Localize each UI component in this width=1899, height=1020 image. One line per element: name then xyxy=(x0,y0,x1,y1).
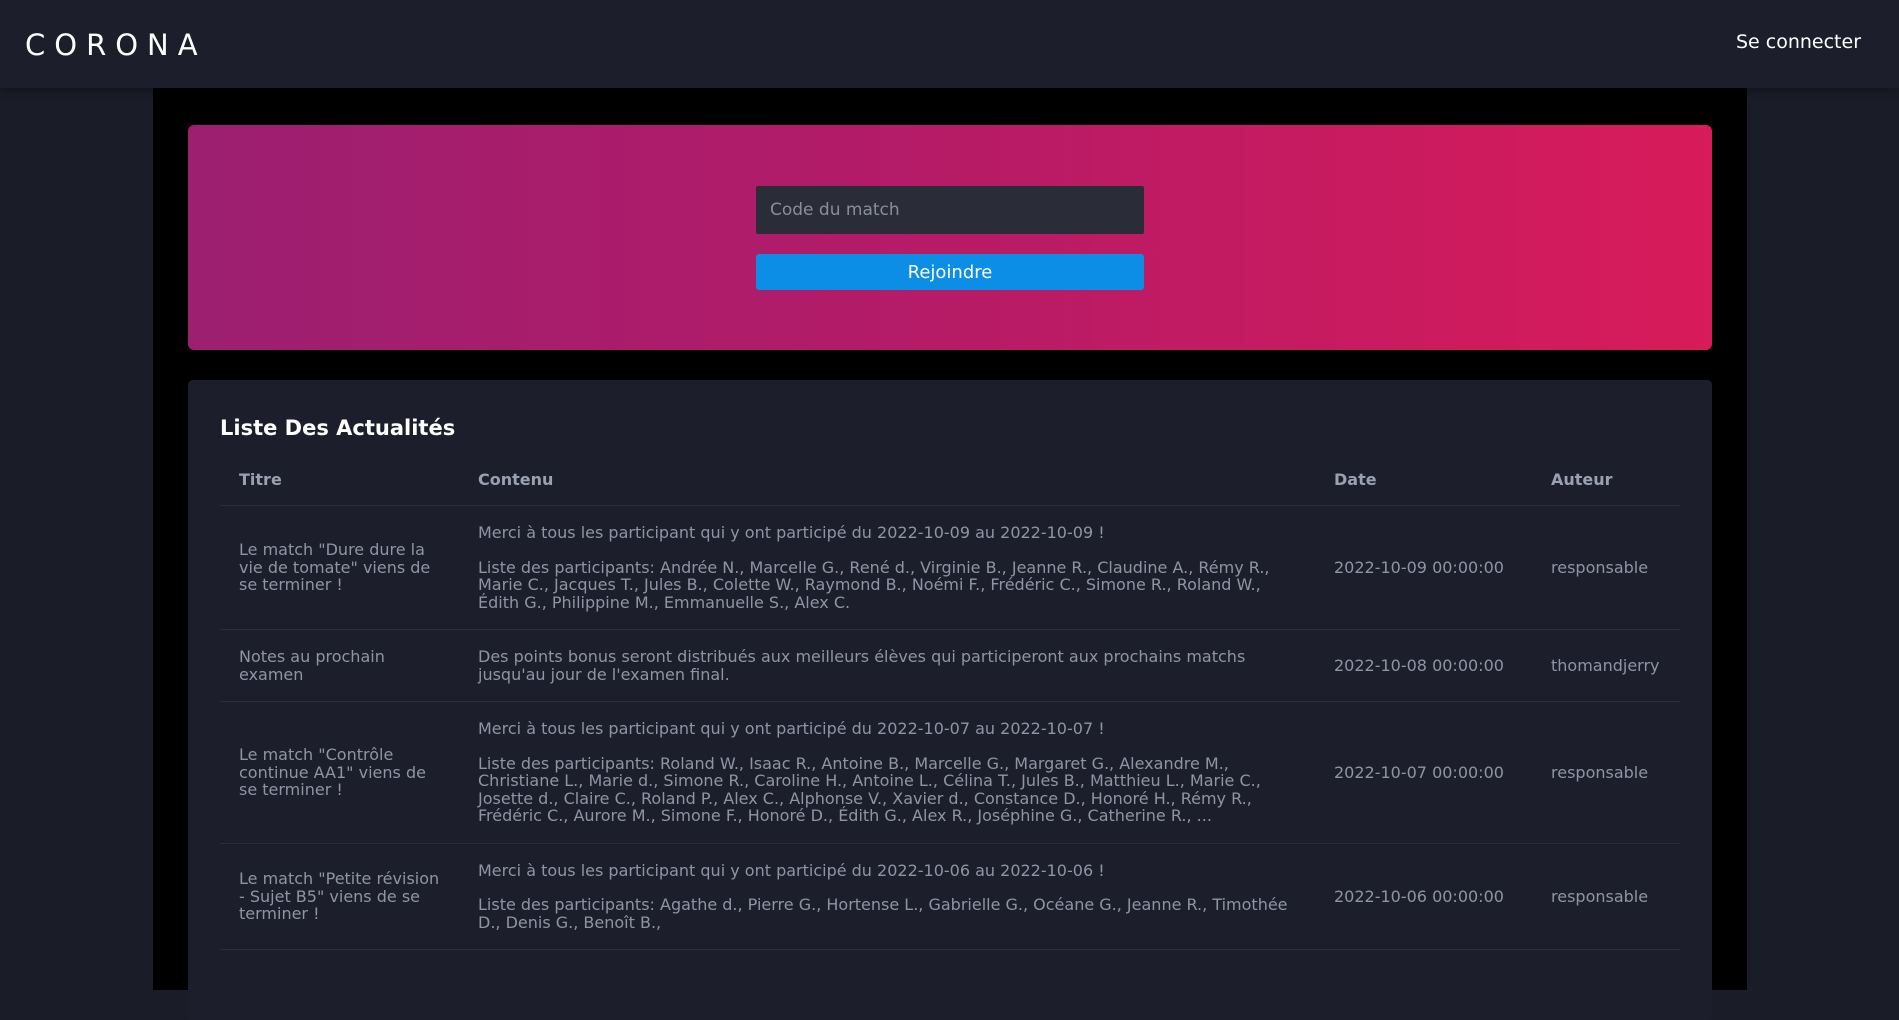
news-content-cell: Merci à tous les participant qui y ont p… xyxy=(459,843,1315,950)
news-title-cell: Le match "Contrôle continue AA1" viens d… xyxy=(220,701,459,844)
column-header-date: Date xyxy=(1315,470,1532,506)
news-content-line: Merci à tous les participant qui y ont p… xyxy=(478,719,1105,738)
top-navbar: CORONA Se connecter xyxy=(0,0,1899,88)
table-row: Notes au prochain examen Des points bonu… xyxy=(220,629,1680,702)
news-date-cell: 2022-10-09 00:00:00 xyxy=(1315,505,1532,630)
news-content-line: Des points bonus seront distribués aux m… xyxy=(478,647,1246,684)
column-header-title: Titre xyxy=(220,470,459,506)
news-content-cell: Des points bonus seront distribués aux m… xyxy=(459,629,1315,702)
join-match-banner: Rejoindre xyxy=(188,125,1712,350)
table-row: Le match "Contrôle continue AA1" viens d… xyxy=(220,701,1680,844)
main-content: Rejoindre Liste Des Actualités Titre Con… xyxy=(153,88,1747,1020)
news-content-line: Merci à tous les participant qui y ont p… xyxy=(478,860,1105,880)
news-content-cell: Merci à tous les participant qui y ont p… xyxy=(459,505,1315,630)
news-date-cell: 2022-10-08 00:00:00 xyxy=(1315,629,1532,702)
news-author-cell: responsable xyxy=(1532,701,1680,844)
news-date-cell: 2022-10-06 00:00:00 xyxy=(1315,843,1532,950)
news-content-cell: Merci à tous les participant qui y ont p… xyxy=(459,701,1315,844)
news-date-cell: 2022-10-07 00:00:00 xyxy=(1315,701,1532,844)
news-table: Titre Contenu Date Auteur Le match "Dure… xyxy=(220,470,1680,950)
table-row: Le match "Dure dure la vie de tomate" vi… xyxy=(220,505,1680,630)
news-title-cell: Le match "Dure dure la vie de tomate" vi… xyxy=(220,505,459,630)
news-content-line: Merci à tous les participant qui y ont p… xyxy=(478,523,1105,542)
news-title-cell: Notes au prochain examen xyxy=(220,629,459,702)
login-link[interactable]: Se connecter xyxy=(1736,31,1861,53)
table-row: Le match "Petite révision - Sujet B5" vi… xyxy=(220,843,1680,950)
brand-logo[interactable]: CORONA xyxy=(25,28,207,62)
news-section-title: Liste Des Actualités xyxy=(220,416,456,440)
news-participants-line: Liste des participants: Andrée N., Marce… xyxy=(478,557,1270,612)
news-participants-line: Liste des participants: Agathe d., Pierr… xyxy=(478,895,1288,932)
news-author-cell: responsable xyxy=(1532,505,1680,630)
match-code-input[interactable] xyxy=(756,186,1144,234)
news-card: Liste Des Actualités Titre Contenu Date … xyxy=(188,380,1712,1020)
table-header-row: Titre Contenu Date Auteur xyxy=(220,470,1680,506)
news-author-cell: thomandjerry xyxy=(1532,629,1680,702)
news-author-cell: responsable xyxy=(1532,843,1680,950)
join-button[interactable]: Rejoindre xyxy=(756,254,1144,290)
news-participants-line: Liste des participants: Roland W., Isaac… xyxy=(478,753,1261,825)
column-header-content: Contenu xyxy=(459,470,1315,506)
column-header-author: Auteur xyxy=(1532,470,1680,506)
news-title-cell: Le match "Petite révision - Sujet B5" vi… xyxy=(220,843,459,950)
